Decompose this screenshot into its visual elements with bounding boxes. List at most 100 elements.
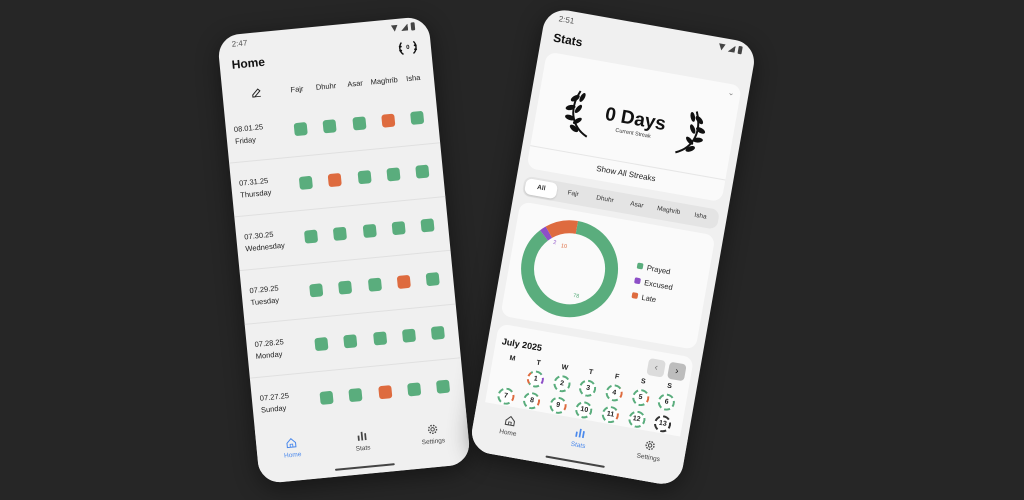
calendar-day-button[interactable]: 2: [552, 373, 572, 394]
prayer-status-toggle[interactable]: [430, 325, 445, 340]
stats-phone-screen: 2:51 Stats ⌄ 0 Days Current Streak Show …: [468, 6, 758, 488]
tab-fajr[interactable]: Fajr: [556, 184, 591, 205]
prayer-status-toggle[interactable]: [322, 119, 337, 134]
day-label: 07.29.25 Tuesday: [249, 280, 303, 309]
donut-slice-prayed: [521, 220, 619, 318]
nav-home[interactable]: Home: [478, 410, 541, 442]
nav-label: Home: [498, 428, 517, 439]
prayer-cell: [388, 274, 418, 290]
calendar-day: 3: [574, 378, 603, 399]
prayer-status-toggle[interactable]: [420, 218, 435, 233]
prayer-status-toggle[interactable]: [327, 172, 343, 188]
prayer-cell: [344, 116, 374, 132]
next-month-button[interactable]: ›: [667, 361, 687, 382]
prayer-status-toggle[interactable]: [367, 277, 382, 292]
calendar-day: [495, 364, 524, 385]
prayer-header-maghrib: Maghrib: [370, 74, 399, 87]
legend-swatch: [634, 277, 641, 285]
prayer-cell: [394, 328, 424, 344]
legend-item-prayed: Prayed: [636, 261, 676, 277]
prayer-status-toggle[interactable]: [435, 379, 451, 394]
prayer-status-toggle[interactable]: [343, 334, 358, 349]
donut-label-prayed: 78: [572, 293, 579, 300]
nav-home[interactable]: Home: [261, 434, 323, 462]
prayer-cell: [320, 172, 350, 188]
prayer-status-toggle[interactable]: [338, 280, 353, 295]
prayer-cell: [428, 379, 458, 395]
calendar-day-button[interactable]: 9: [548, 395, 568, 416]
page-title: Stats: [552, 30, 584, 50]
calendar-day-button[interactable]: 11: [600, 404, 621, 425]
tab-asar[interactable]: Asar: [619, 195, 654, 216]
edit-icon: [252, 88, 261, 98]
calendar-day-button[interactable]: 5: [630, 387, 651, 408]
day-label: 07.28.25 Monday: [254, 334, 308, 363]
streak-badge-button[interactable]: 0: [396, 39, 419, 57]
edit-button[interactable]: [230, 85, 283, 100]
prayer-cell: [402, 110, 432, 126]
day-list: 08.01.25 Friday 07.31.25 Thursday 07.30.25 We…: [224, 89, 467, 433]
tab-dhuhr[interactable]: Dhuhr: [588, 189, 623, 210]
prayer-status-toggle[interactable]: [409, 110, 425, 125]
calendar-day-button[interactable]: 6: [656, 392, 677, 413]
weekday-label: S: [640, 377, 647, 386]
nav-settings[interactable]: Settings: [402, 421, 464, 449]
gear-icon: [645, 440, 656, 451]
tab-all[interactable]: All: [523, 177, 559, 200]
prayer-cell: [412, 218, 442, 234]
weekday-label: F: [614, 373, 620, 381]
streak-badge-count: 0: [405, 44, 410, 52]
prayer-status-toggle[interactable]: [348, 387, 363, 403]
nav-label: Stats: [570, 440, 586, 451]
prayer-status-toggle[interactable]: [391, 221, 406, 236]
day-label: 07.27.25 Sunday: [259, 387, 313, 416]
prayer-header-dhuhr: Dhuhr: [315, 80, 337, 92]
prayer-status-toggle[interactable]: [415, 164, 430, 179]
tab-maghrib[interactable]: Maghrib: [651, 200, 686, 221]
prayer-status-toggle[interactable]: [298, 175, 314, 190]
nav-label: Stats: [355, 444, 371, 453]
calendar-day-button[interactable]: 3: [578, 378, 598, 399]
calendar-day-button[interactable]: 8: [522, 390, 542, 411]
prayer-status-toggle[interactable]: [351, 116, 367, 131]
wifi-icon: [391, 24, 399, 32]
calendar-day-button[interactable]: 12: [626, 409, 647, 430]
status-icons: [718, 42, 743, 55]
prayer-status-toggle[interactable]: [293, 121, 308, 137]
battery-icon: [410, 22, 416, 31]
day-label: 08.01.25 Friday: [233, 119, 287, 148]
prayer-status-toggle[interactable]: [372, 331, 387, 346]
calendar-day-button[interactable]: 10: [574, 400, 595, 420]
calendar-day-button[interactable]: 13: [652, 413, 673, 434]
prayer-status-toggle[interactable]: [406, 382, 421, 397]
prayer-status-toggle[interactable]: [304, 229, 319, 244]
prayer-cell: [378, 167, 408, 183]
prayer-status-toggle[interactable]: [377, 385, 392, 400]
calendar-day: 1: [521, 368, 550, 389]
nav-stats[interactable]: Stats: [548, 422, 611, 454]
calendar-day-button[interactable]: 4: [604, 383, 625, 403]
nav-stats[interactable]: Stats: [331, 427, 393, 455]
prayer-status-toggle[interactable]: [401, 328, 416, 343]
status-icons: [391, 22, 416, 32]
prayer-status-toggle[interactable]: [319, 390, 334, 405]
chart-legend: Prayed Excused Late: [631, 261, 676, 306]
prayer-status-toggle[interactable]: [309, 283, 324, 298]
nav-settings[interactable]: Settings: [618, 434, 681, 466]
prayer-status-toggle[interactable]: [314, 336, 329, 352]
prayer-cell: [349, 169, 379, 185]
prayer-status-toggle[interactable]: [425, 272, 440, 287]
calendar-day-button[interactable]: 7: [495, 386, 516, 406]
prayer-status-toggle[interactable]: [362, 223, 377, 239]
prayer-status-toggle[interactable]: [357, 170, 372, 185]
prayer-cell: [354, 223, 384, 239]
prayer-status-toggle[interactable]: [396, 274, 411, 290]
prayer-status-toggle[interactable]: [380, 113, 396, 128]
tab-isha[interactable]: Isha: [683, 206, 718, 227]
prayer-status-toggle[interactable]: [333, 226, 348, 241]
calendar-day-button[interactable]: 1: [525, 369, 546, 389]
prayer-cell: [383, 220, 413, 236]
prayer-header-asar: Asar: [346, 77, 364, 89]
prev-month-button[interactable]: ‹: [646, 357, 667, 378]
prayer-status-toggle[interactable]: [386, 167, 401, 182]
